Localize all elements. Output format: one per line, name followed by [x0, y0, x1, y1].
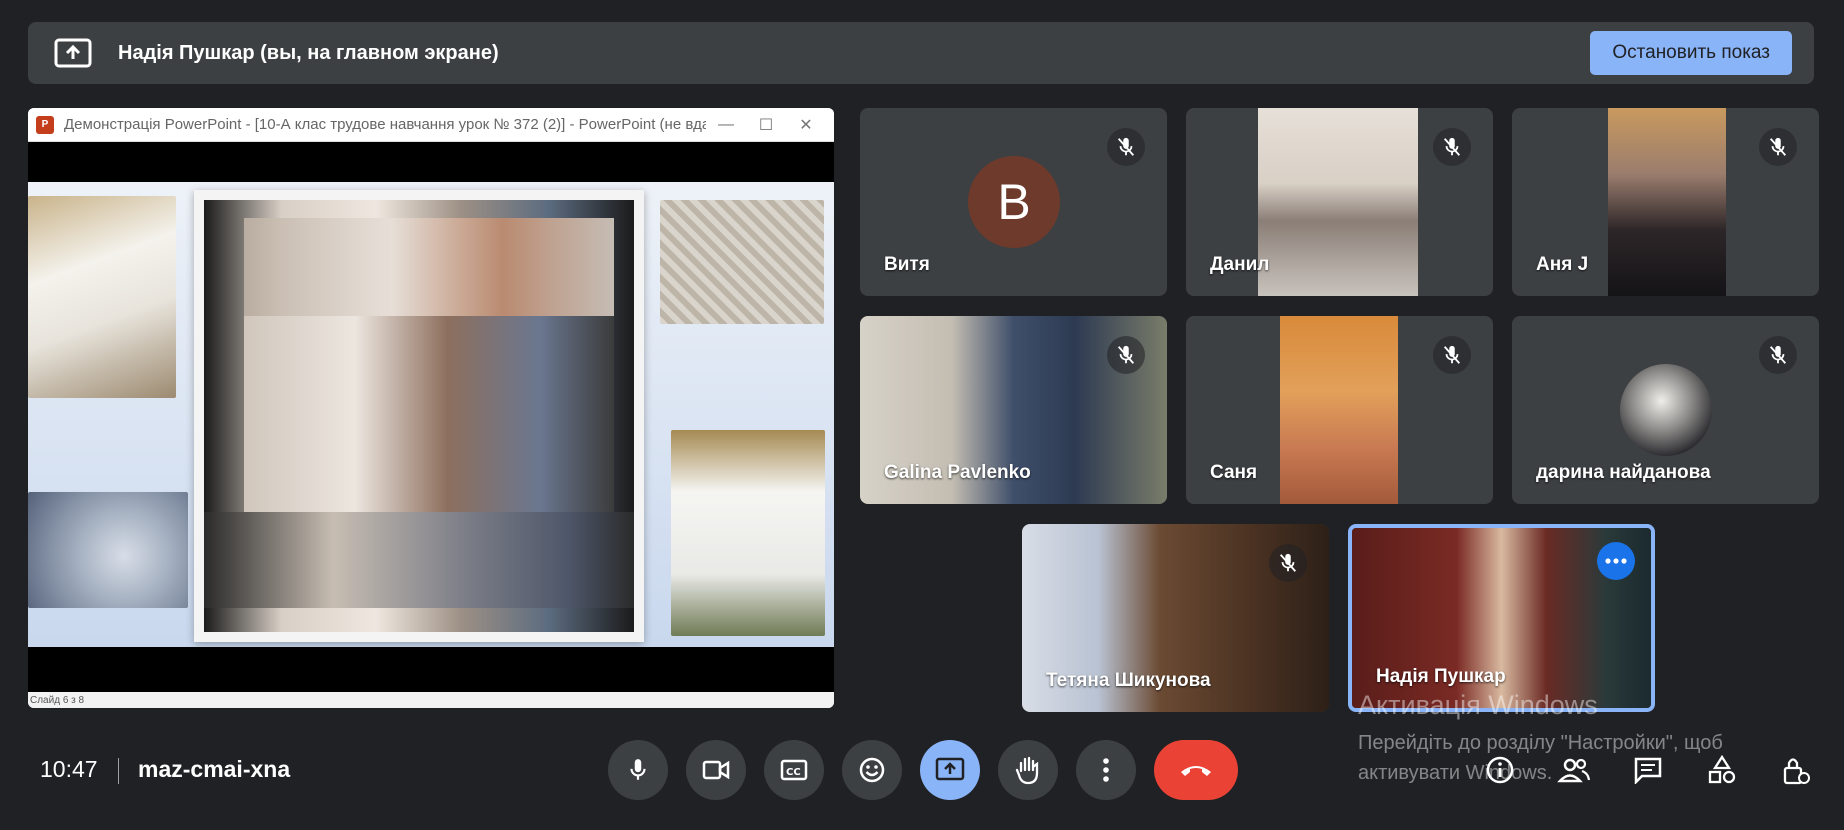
- participant-name: Galina Pavlenko: [884, 462, 1031, 483]
- divider: [118, 758, 119, 784]
- windows-activation-title: Активація Windows: [1358, 690, 1598, 720]
- participant-tile[interactable]: Galina Pavlenko: [860, 316, 1167, 504]
- people-icon: [1557, 758, 1591, 783]
- host-controls-icon: [1783, 758, 1810, 785]
- presenting-banner: Надія Пушкар (вы, на главном экране) Ост…: [28, 22, 1814, 84]
- powerpoint-window-title: Демонстрація PowerPoint - [10-А клас тру…: [64, 116, 706, 133]
- people-button[interactable]: [1556, 752, 1592, 788]
- mic-off-icon: [1269, 544, 1307, 582]
- slide: [28, 182, 834, 647]
- chat-icon: [1634, 757, 1662, 784]
- mic-icon: [630, 759, 646, 780]
- meeting-time: 10:47: [40, 756, 98, 782]
- mic-off-icon: [1433, 128, 1471, 166]
- participant-name: дарина найданова: [1536, 462, 1711, 483]
- mic-off-icon: [1433, 336, 1471, 374]
- slide-photo-dress: [28, 196, 176, 398]
- present-button[interactable]: [920, 740, 980, 800]
- mic-off-icon: [1759, 128, 1797, 166]
- slide-counter: Слайд 6 з 8: [30, 694, 85, 706]
- participant-video: [1258, 108, 1418, 296]
- slide-photo-lace: [660, 200, 824, 324]
- slide-photo-blouse: [671, 430, 825, 636]
- emoji-icon: [859, 757, 885, 783]
- participant-name: Аня J: [1536, 254, 1589, 275]
- participant-tile[interactable]: Данил: [1186, 108, 1493, 296]
- participant-name: Витя: [884, 254, 930, 275]
- windows-activation-text: Перейдіть до розділу "Настройки", щоб ак…: [1358, 732, 1723, 784]
- participant-video: [1280, 316, 1398, 504]
- participant-name: Данил: [1210, 254, 1270, 275]
- camera-button[interactable]: [686, 740, 746, 800]
- chat-button[interactable]: [1630, 752, 1666, 788]
- participant-name: Саня: [1210, 462, 1258, 483]
- leave-call-button[interactable]: [1154, 740, 1238, 800]
- raise-hand-icon: [1015, 756, 1039, 785]
- powerpoint-statusbar: Слайд 6 з 8: [28, 692, 834, 708]
- present-icon: [935, 757, 965, 781]
- meeting-info-button[interactable]: [1482, 752, 1518, 788]
- powerpoint-titlebar: P Демонстрація PowerPoint - [10-А клас т…: [28, 108, 834, 142]
- participant-tile[interactable]: Саня: [1186, 316, 1493, 504]
- camera-icon: [702, 760, 730, 780]
- info-icon: [1486, 756, 1514, 784]
- activities-button[interactable]: [1704, 752, 1740, 788]
- participant-tile[interactable]: Аня J: [1512, 108, 1819, 296]
- slide-center-frame: [194, 190, 644, 642]
- mic-off-icon: [1107, 336, 1145, 374]
- participant-name: Надія Пушкар: [1376, 666, 1506, 687]
- captions-icon: CC: [780, 759, 808, 781]
- participant-tile[interactable]: В Витя: [860, 108, 1167, 296]
- maximize-icon[interactable]: ☐: [746, 115, 786, 135]
- powerpoint-icon: P: [36, 115, 54, 134]
- mic-off-icon: [1759, 336, 1797, 374]
- avatar: В: [968, 156, 1060, 248]
- stop-presenting-button[interactable]: Остановить показ: [1590, 31, 1792, 75]
- raise-hand-button[interactable]: [998, 740, 1058, 800]
- mic-button[interactable]: [608, 740, 668, 800]
- present-screen-icon: [54, 38, 92, 68]
- participant-video: [1608, 108, 1726, 296]
- close-icon[interactable]: ✕: [786, 115, 826, 135]
- slide-photo-embroidery-hoop: [28, 492, 188, 608]
- avatar: [1620, 364, 1712, 456]
- more-options-button[interactable]: [1076, 740, 1136, 800]
- participant-name: Тетяна Шикунова: [1046, 670, 1211, 691]
- slide-center-image: [204, 200, 634, 632]
- more-options-icon[interactable]: [1597, 542, 1635, 580]
- minimize-icon[interactable]: —: [706, 116, 746, 134]
- emoji-button[interactable]: [842, 740, 902, 800]
- presentation-window: P Демонстрація PowerPoint - [10-А клас т…: [28, 108, 834, 708]
- host-controls-button[interactable]: [1778, 752, 1814, 788]
- activities-icon: [1708, 755, 1736, 784]
- slide-area: [28, 142, 834, 694]
- captions-button[interactable]: CC: [764, 740, 824, 800]
- mic-off-icon: [1107, 128, 1145, 166]
- svg-text:CC: CC: [786, 767, 801, 778]
- banner-title: Надія Пушкар (вы, на главном экране): [118, 41, 499, 64]
- participant-tile[interactable]: дарина найданова: [1512, 316, 1819, 504]
- more-vert-icon: [1103, 758, 1109, 782]
- participant-tile-active-speaker[interactable]: Надія Пушкар: [1348, 524, 1655, 712]
- meeting-code: maz-cmai-xna: [138, 756, 291, 782]
- end-call-icon: [1181, 766, 1211, 776]
- participant-tile[interactable]: Тетяна Шикунова: [1022, 524, 1329, 712]
